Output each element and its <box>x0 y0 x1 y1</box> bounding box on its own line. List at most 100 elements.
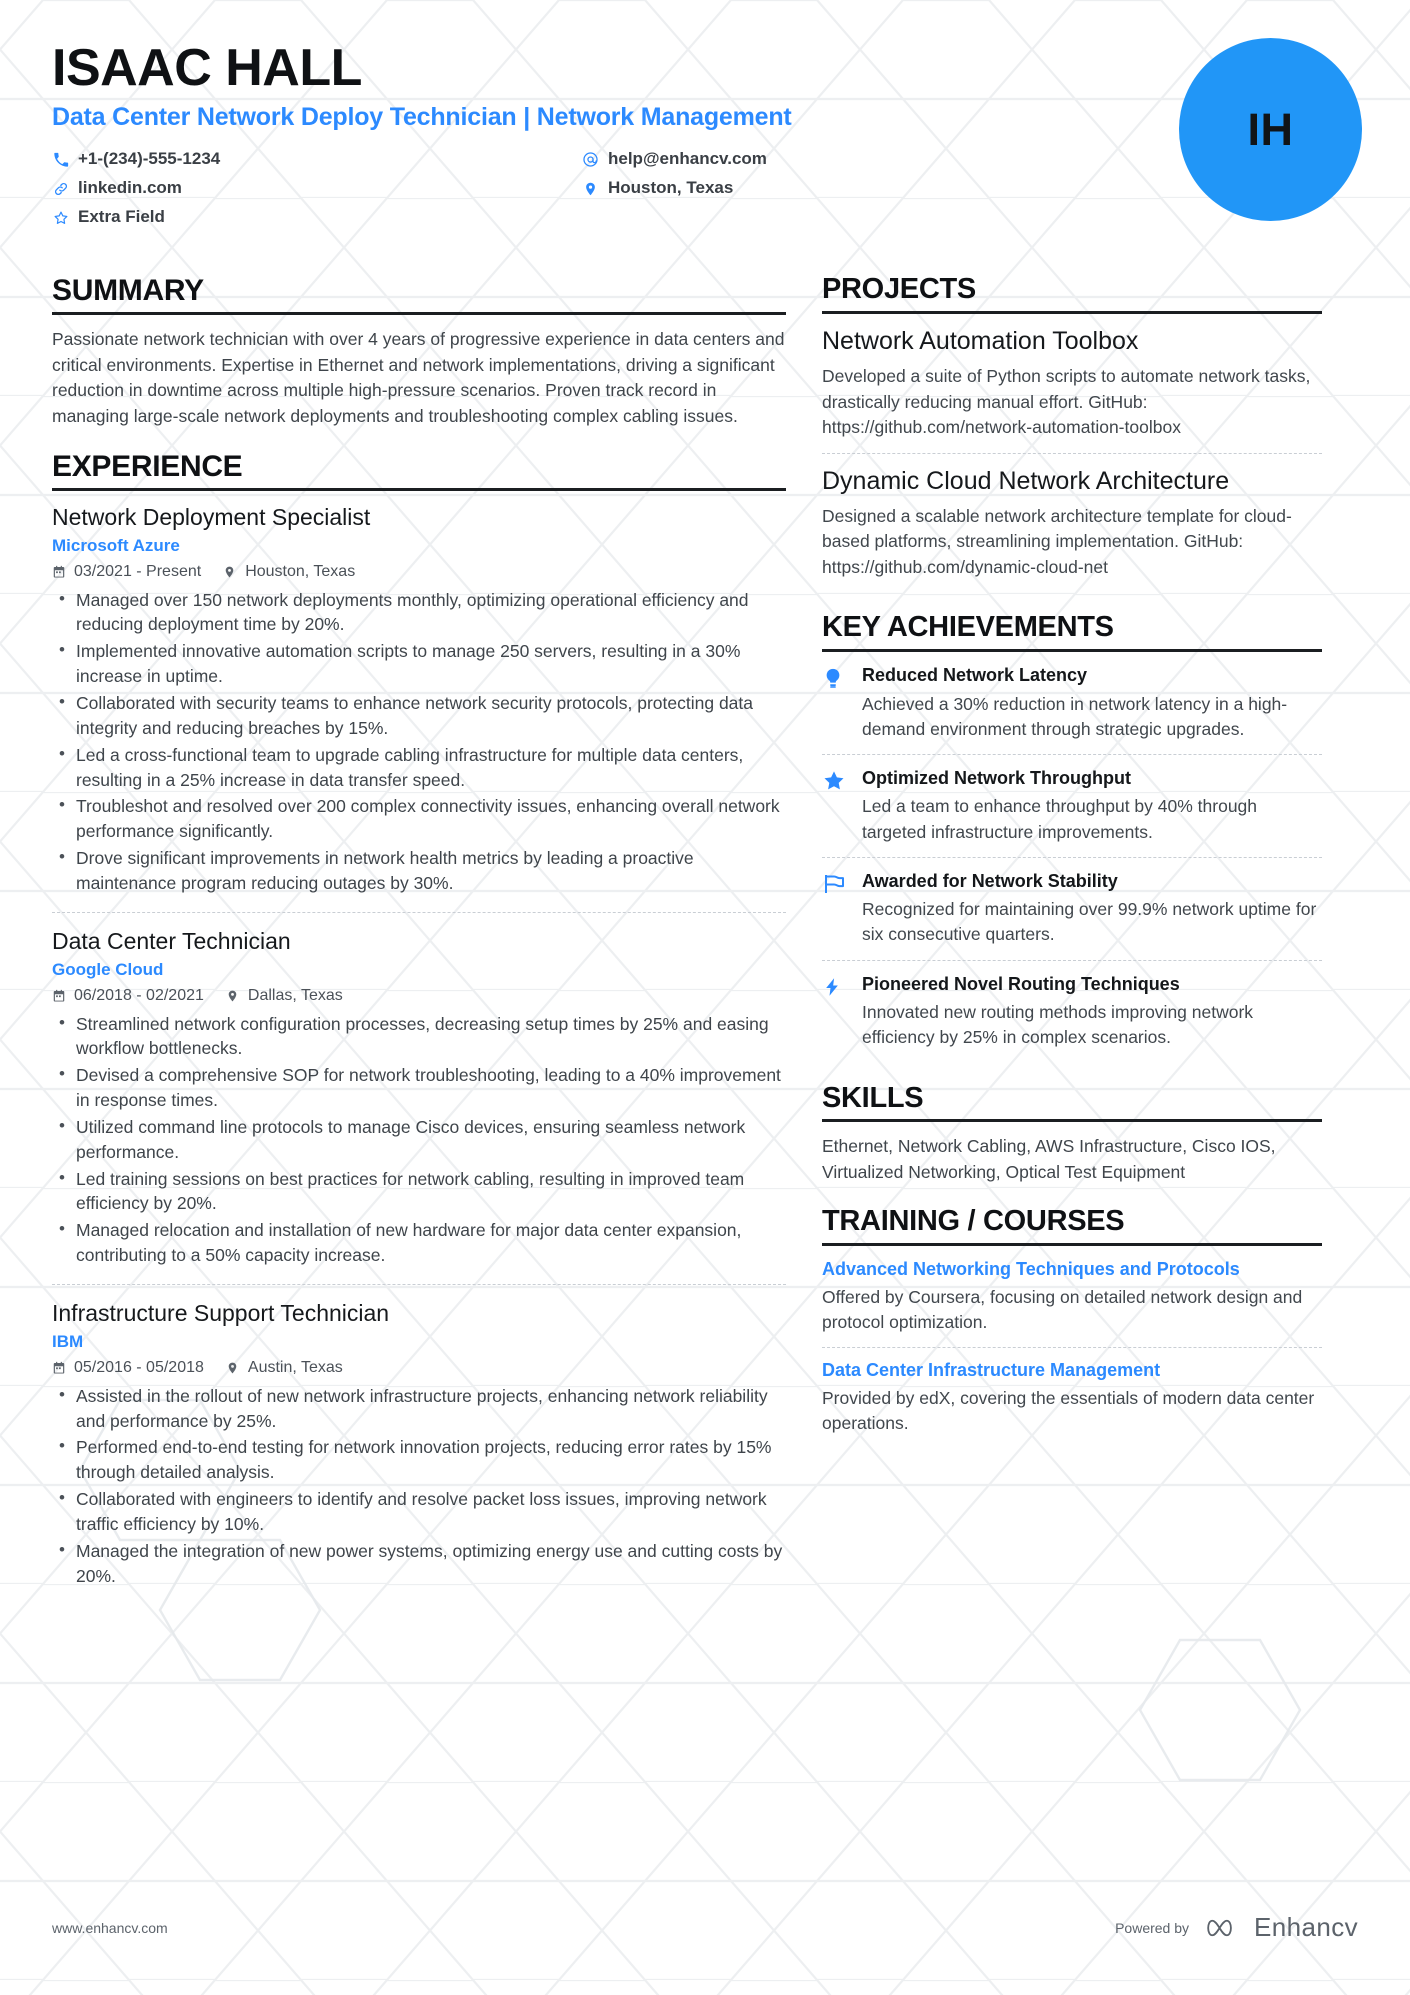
project-description: Developed a suite of Python scripts to a… <box>822 366 1311 438</box>
link-icon <box>52 180 69 197</box>
experience-company[interactable]: IBM <box>52 1332 786 1352</box>
experience-dates-text: 06/2018 - 02/2021 <box>74 986 204 1004</box>
contact-phone-text: +1-(234)-555-1234 <box>78 149 221 169</box>
calendar-icon <box>52 564 66 579</box>
experience-location: Austin, Texas <box>226 1359 343 1377</box>
contact-email-text: help@enhancv.com <box>608 149 767 169</box>
lightbulb-icon <box>822 664 848 742</box>
achievement-description: Achieved a 30% reduction in network late… <box>862 693 1288 739</box>
contact-location-text: Houston, Texas <box>608 178 734 198</box>
experience-location-text: Dallas, Texas <box>247 986 343 1004</box>
course-entry: Advanced Networking Techniques and Proto… <box>822 1258 1322 1347</box>
bullet-item: Managed the integration of new power sys… <box>52 1538 786 1589</box>
experience-role: Data Center Technician <box>52 927 291 954</box>
section-key-achievements: KEY ACHIEVEMENTS Reduced Network Latency… <box>822 611 1322 1062</box>
brand-name: Enhancv <box>1254 1912 1358 1942</box>
experience-company[interactable]: Microsoft Azure <box>52 536 786 556</box>
bullet-item: Collaborated with security teams to enha… <box>52 690 786 741</box>
star-icon <box>52 209 69 226</box>
achievement-body: Optimized Network Throughput Led a team … <box>862 767 1322 845</box>
resume-page: ISAAC HALL Data Center Network Deploy Te… <box>0 0 1410 1995</box>
bullet-item: Drove significant improvements in networ… <box>52 845 786 896</box>
achievement-body: Reduced Network Latency Achieved a 30% r… <box>862 664 1322 742</box>
footer-url[interactable]: www.enhancv.com <box>52 1920 168 1936</box>
key-achievements-rule <box>822 649 1322 653</box>
achievement-item: Reduced Network Latency Achieved a 30% r… <box>822 664 1322 754</box>
page-title: ISAAC HALL <box>52 39 362 97</box>
experience-dates: 03/2021 - Present <box>52 563 201 581</box>
location-pin-icon <box>226 988 240 1003</box>
contact-extra-field-text: Extra Field <box>78 207 165 227</box>
experience-title: EXPERIENCE <box>52 449 243 483</box>
bullet-item: Led a cross-functional team to upgrade c… <box>52 742 786 793</box>
course-description: Offered by Coursera, focusing on detaile… <box>822 1287 1303 1333</box>
right-column: PROJECTS Network Automation Toolbox Deve… <box>822 273 1322 1624</box>
experience-meta: 05/2016 - 05/2018 Austin, Texas <box>52 1359 786 1377</box>
section-experience: EXPERIENCE Network Deployment Specialist… <box>52 450 786 1605</box>
experience-dates-text: 05/2016 - 05/2018 <box>74 1358 204 1376</box>
enhancv-logo: Enhancv <box>1205 1912 1358 1943</box>
projects-rule <box>822 310 1322 314</box>
resume-content: ISAAC HALL Data Center Network Deploy Te… <box>0 0 1410 1995</box>
experience-entry: Network Deployment Specialist Microsoft … <box>52 503 786 912</box>
lightning-bolt-icon <box>822 973 848 1051</box>
location-pin-icon <box>226 1360 240 1375</box>
experience-company[interactable]: Google Cloud <box>52 960 786 980</box>
calendar-icon <box>52 988 66 1003</box>
training-rule <box>822 1242 1322 1246</box>
bullet-item: Managed relocation and installation of n… <box>52 1217 786 1268</box>
avatar-initials: IH <box>1247 103 1294 155</box>
achievement-description: Recognized for maintaining over 99.9% ne… <box>862 899 1317 945</box>
training-title: TRAINING / COURSES <box>822 1204 1125 1237</box>
course-title[interactable]: Data Center Infrastructure Management <box>822 1359 1322 1382</box>
left-column: SUMMARY Passionate network technician wi… <box>52 274 822 1624</box>
contact-linkedin-text: linkedin.com <box>78 178 182 198</box>
bullet-item: Performed end-to-end testing for network… <box>52 1434 786 1485</box>
project-description: Designed a scalable network architecture… <box>822 506 1292 577</box>
bullet-item: Collaborated with engineers to identify … <box>52 1486 786 1537</box>
contact-info: +1-(234)-555-1234 help@enhancv.com linke… <box>52 148 1358 229</box>
course-title[interactable]: Advanced Networking Techniques and Proto… <box>822 1258 1322 1281</box>
bullet-item: Led training sessions on best practices … <box>52 1166 786 1217</box>
achievement-description: Innovated new routing methods improving … <box>862 1002 1254 1048</box>
experience-role: Infrastructure Support Technician <box>52 1299 390 1326</box>
flag-icon <box>822 870 848 948</box>
bullet-item: Streamlined network configuration proces… <box>52 1011 786 1062</box>
section-training-courses: TRAINING / COURSES Advanced Networking T… <box>822 1204 1322 1448</box>
achievement-item: Optimized Network Throughput Led a team … <box>822 753 1322 857</box>
location-pin-icon <box>582 180 599 197</box>
skills-rule <box>822 1119 1322 1123</box>
experience-location-text: Austin, Texas <box>247 1358 343 1376</box>
contact-phone[interactable]: +1-(234)-555-1234 <box>52 148 582 171</box>
experience-meta: 06/2018 - 02/2021 Dallas, Texas <box>52 987 786 1005</box>
achievement-description: Led a team to enhance throughput by 40% … <box>862 796 1258 842</box>
email-icon <box>582 151 599 168</box>
avatar: IH <box>1179 38 1362 221</box>
bullet-item: Troubleshot and resolved over 200 comple… <box>52 793 786 844</box>
projects-title: PROJECTS <box>822 273 976 305</box>
experience-dates: 06/2018 - 02/2021 <box>52 987 204 1005</box>
infinity-icon <box>1207 1919 1232 1936</box>
experience-entry: Data Center Technician Google Cloud 06/2… <box>52 911 786 1284</box>
resume-columns: SUMMARY Passionate network technician wi… <box>52 273 1358 1624</box>
page-footer: www.enhancv.com Powered by Enhancv <box>52 1912 1358 1943</box>
project-title: Network Automation Toolbox <box>822 326 1139 355</box>
experience-bullets: Managed over 150 network deployments mon… <box>52 587 786 896</box>
experience-bullets: Assisted in the rollout of new network i… <box>52 1383 786 1589</box>
achievement-title: Awarded for Network Stability <box>862 870 1118 891</box>
experience-dates-text: 03/2021 - Present <box>74 562 202 580</box>
star-icon <box>822 767 848 845</box>
section-skills: SKILLS Ethernet, Network Cabling, AWS In… <box>822 1081 1322 1186</box>
experience-meta: 03/2021 - Present Houston, Texas <box>52 563 786 581</box>
skills-title: SKILLS <box>822 1081 924 1114</box>
experience-dates: 05/2016 - 05/2018 <box>52 1359 204 1377</box>
contact-extra-field[interactable]: Extra Field <box>52 206 582 229</box>
powered-by-label: Powered by <box>1115 1919 1190 1936</box>
course-entry: Data Center Infrastructure Management Pr… <box>822 1346 1322 1448</box>
contact-linkedin[interactable]: linkedin.com <box>52 177 582 200</box>
bullet-item: Utilized command line protocols to manag… <box>52 1114 786 1165</box>
summary-title: SUMMARY <box>52 274 204 307</box>
key-achievements-title: KEY ACHIEVEMENTS <box>822 611 1114 644</box>
experience-bullets: Streamlined network configuration proces… <box>52 1011 786 1268</box>
achievement-body: Pioneered Novel Routing Techniques Innov… <box>862 973 1322 1051</box>
